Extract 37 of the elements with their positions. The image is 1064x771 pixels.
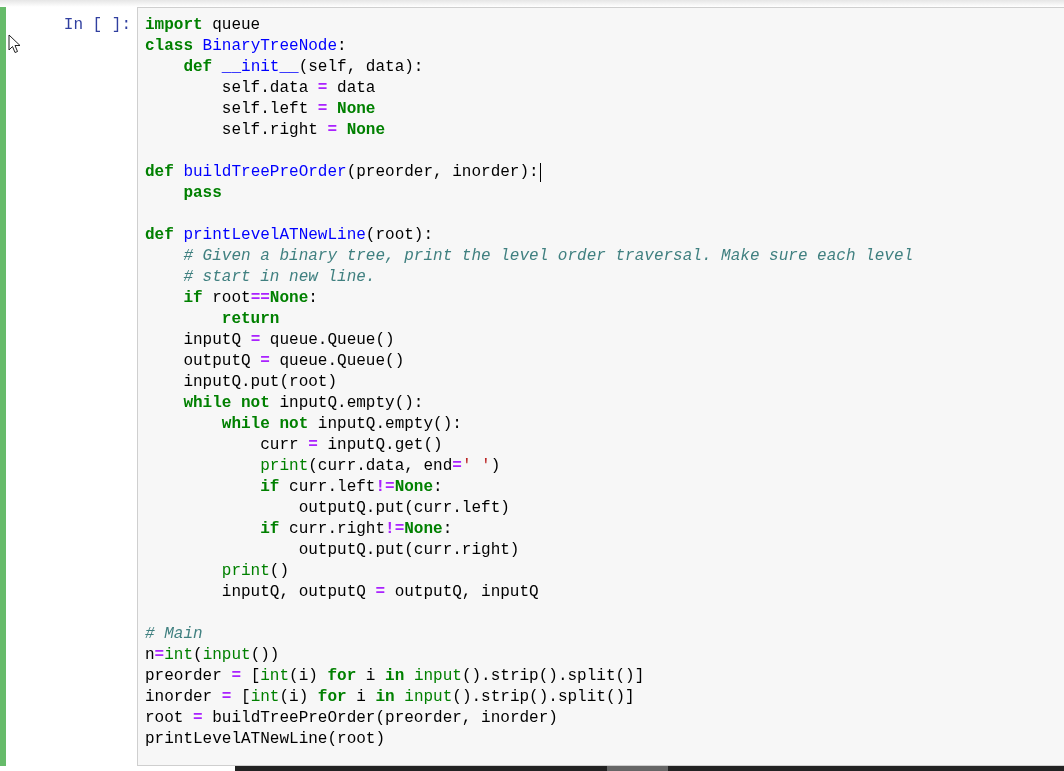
code-line: inputQ, outputQ = outputQ, inputQ [220, 582, 539, 603]
code-line: # Main [145, 624, 203, 645]
code-line: def buildTreePreOrder(preorder, inorder): [145, 162, 539, 183]
code-line: print() [220, 561, 290, 582]
code-line: print(curr.data, end=' ') [259, 456, 501, 477]
code-line: self.data = data [220, 78, 376, 99]
mouse-pointer-icon [8, 34, 22, 54]
code-line: class BinaryTreeNode: [145, 36, 347, 57]
code-line: self.left = None [220, 99, 376, 120]
code-line: self.right = None [220, 120, 386, 141]
code-line: inorder = [int(i) for i in input().strip().split()] [145, 687, 635, 708]
code-line: outputQ = queue.Queue() [182, 351, 405, 372]
code-line: while not inputQ.empty(): [220, 414, 462, 435]
code-line: def __init__(self, data): [182, 57, 424, 78]
code-line: root = buildTreePreOrder(preorder, inorder) [145, 708, 558, 729]
code-line: if root==None: [182, 288, 318, 309]
code-line: return [220, 309, 280, 330]
code-line: preorder = [int(i) for i in input().strip().split()] [145, 666, 645, 687]
scrollbar-thumb[interactable] [607, 766, 668, 771]
code-line: if curr.right!=None: [259, 519, 453, 540]
code-line: inputQ = queue.Queue() [182, 330, 395, 351]
code-line: # Given a binary tree, print the level order traversal. Make sure each level [182, 246, 914, 267]
code-line: if curr.left!=None: [259, 477, 443, 498]
code-line: pass [182, 183, 222, 204]
code-line: def printLevelATNewLine(root): [145, 225, 434, 246]
code-line: n=int(input()) [145, 645, 280, 666]
code-line: curr = inputQ.get() [259, 435, 443, 456]
code-line: outputQ.put(curr.left) [297, 498, 510, 519]
text-cursor [539, 163, 541, 182]
input-prompt: In [ ]: [63, 15, 131, 36]
code-line: import queue [145, 15, 261, 36]
code-line: inputQ.put(root) [182, 372, 338, 393]
code-line: while not inputQ.empty(): [182, 393, 424, 414]
code-line: printLevelATNewLine(root) [145, 729, 386, 750]
code-line: # start in new line. [182, 267, 376, 288]
code-line: outputQ.put(curr.right) [297, 540, 520, 561]
horizontal-scrollbar[interactable] [235, 766, 1064, 771]
